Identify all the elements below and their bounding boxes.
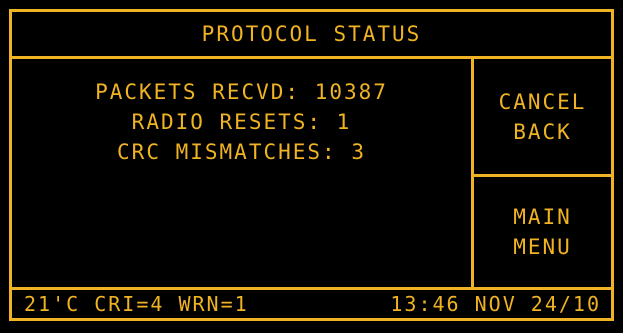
radio-resets-stat: RADIO RESETS: 1 [131,110,352,134]
datetime-readout: 13:46 NOV 24/10 [390,292,601,316]
cancel-back-button[interactable]: CANCEL BACK [474,59,611,174]
page-title: PROTOCOL STATUS [201,22,422,46]
stats-panel: PACKETS RECVD: 10387 RADIO RESETS: 1 CRC… [12,59,471,287]
cancel-back-label-line1: CANCEL [498,89,587,114]
packets-received-stat: PACKETS RECVD: 10387 [95,80,388,104]
main-menu-label-line2: MENU [513,235,572,259]
status-bar: 21'C CRI=4 WRN=1 13:46 NOV 24/10 [12,290,611,318]
main-menu-label-line1: MAIN [513,205,572,229]
main-menu-button[interactable]: MAIN MENU [474,177,611,287]
cancel-back-label-line2: BACK [513,119,572,144]
system-status-readout: 21'C CRI=4 WRN=1 [24,292,249,316]
display-screen: PROTOCOL STATUS PACKETS RECVD: 10387 RAD… [0,0,623,333]
crc-mismatches-stat: CRC MISMATCHES: 3 [117,140,366,164]
